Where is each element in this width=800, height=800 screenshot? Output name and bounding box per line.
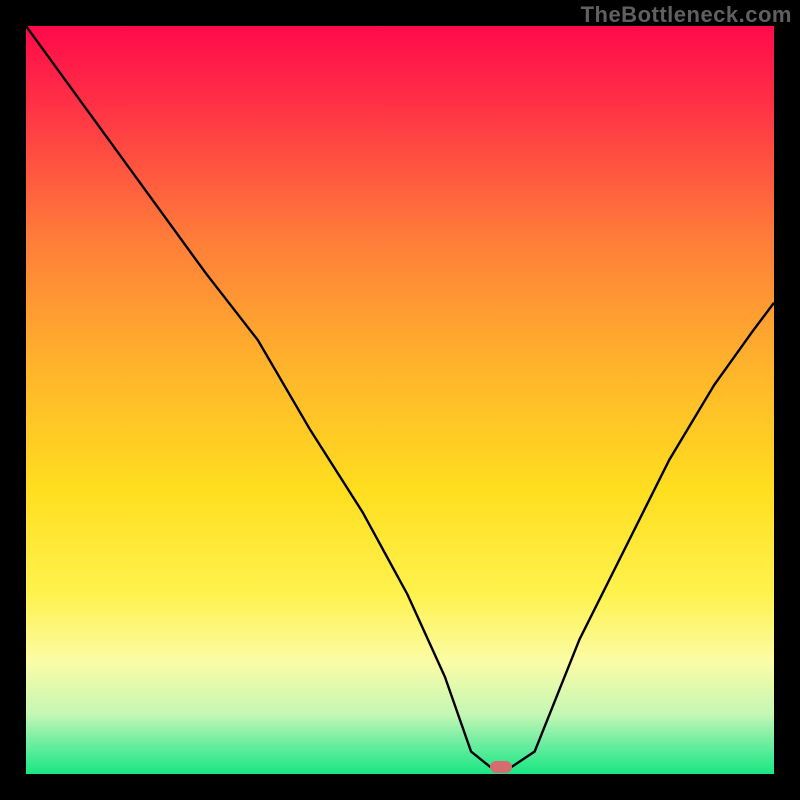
bottleneck-curve-line [26,26,774,767]
chart-container: TheBottleneck.com [0,0,800,800]
watermark-text: TheBottleneck.com [581,2,792,28]
optimal-point-marker [490,761,512,773]
curve-svg [26,26,774,774]
plot-area [26,26,774,774]
